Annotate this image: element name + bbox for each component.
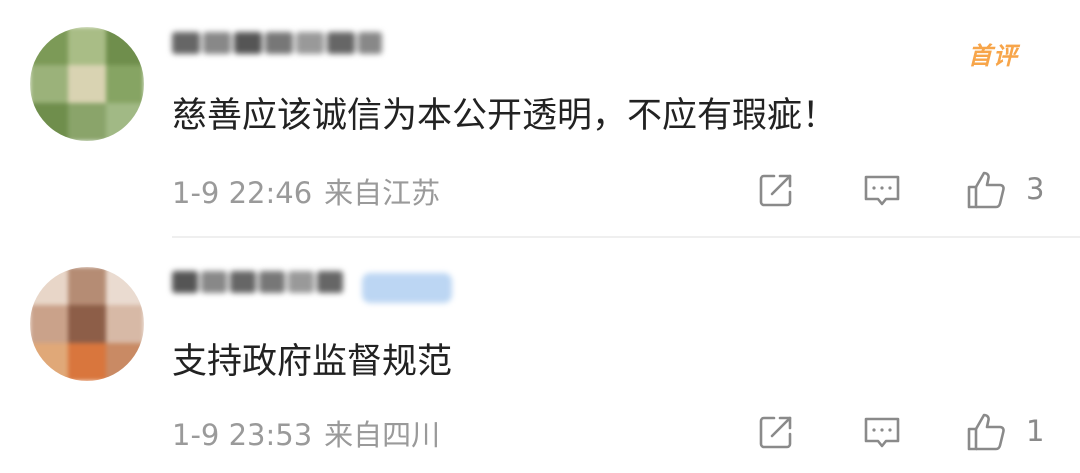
share-button[interactable] — [754, 410, 798, 454]
avatar[interactable] — [30, 267, 144, 381]
comment-item: 支持政府监督规范 1-9 23:53 来自四川 1 — [0, 238, 1080, 473]
reply-button[interactable] — [860, 168, 904, 212]
username-blurred[interactable] — [172, 271, 352, 299]
username-blurred[interactable] — [172, 32, 387, 60]
comment-location: 来自四川 — [324, 418, 441, 452]
comment-location: 来自江苏 — [324, 176, 441, 210]
comment-item: 首评 慈善应该诚信为本公开透明，不应有瑕疵！ 1-9 22:46 来自江苏 3 — [0, 0, 1080, 236]
comment-meta: 1-9 22:46 来自江苏 — [172, 170, 440, 212]
like-count: 3 — [1026, 172, 1045, 206]
user-badge-blurred — [362, 273, 452, 303]
first-comment-badge: 首评 — [968, 42, 1018, 70]
reply-icon — [864, 175, 900, 206]
comment-text: 支持政府监督规范 — [172, 342, 453, 382]
like-icon — [967, 413, 1005, 451]
reply-icon — [864, 417, 900, 448]
share-icon — [759, 416, 792, 449]
comment-time: 1-9 23:53 — [172, 418, 313, 452]
share-icon — [759, 174, 792, 207]
comment-text: 慈善应该诚信为本公开透明，不应有瑕疵！ — [172, 96, 838, 136]
share-button[interactable] — [754, 168, 798, 212]
comment-time: 1-9 22:46 — [172, 176, 313, 210]
avatar[interactable] — [30, 27, 144, 141]
reply-button[interactable] — [860, 410, 904, 454]
comment-meta: 1-9 23:53 来自四川 — [172, 412, 440, 454]
like-icon — [967, 171, 1005, 209]
like-count: 1 — [1026, 414, 1045, 448]
like-button[interactable] — [964, 410, 1008, 454]
like-button[interactable] — [964, 168, 1008, 212]
